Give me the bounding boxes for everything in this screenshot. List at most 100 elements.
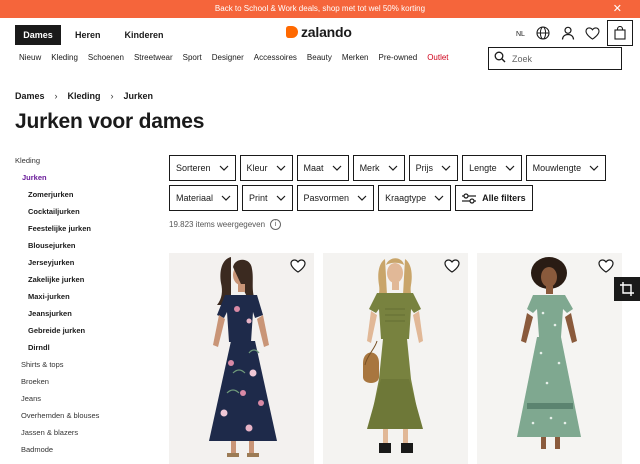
filter-prijs[interactable]: Prijs [408,155,459,181]
all-filters-label: Alle filters [482,193,526,203]
filter-label: Materiaal [176,193,214,203]
sidebar-item-badmode[interactable]: Badmode [15,445,99,462]
result-count-text: 19.823 items weergegeven [169,220,266,229]
promo-text[interactable]: Back to School & Work deals, shop met to… [215,4,425,13]
nav-item-pre-owned[interactable]: Pre-owned [379,53,418,62]
nav-item-schoenen[interactable]: Schoenen [88,53,124,62]
sidebar-item-feestelijke-jurken[interactable]: Feestelijke jurken [15,224,99,241]
chevron-down-icon [434,195,444,201]
filter-merk[interactable]: Merk [352,155,405,181]
filter-materiaal[interactable]: Materiaal [169,185,239,211]
filter-label: Prijs [415,163,434,173]
chevron-down-icon [357,195,367,201]
filter-kraagtype[interactable]: Kraagtype [378,185,452,211]
sidebar-item-zakelijke-jurken[interactable]: Zakelijke jurken [15,275,99,292]
nav-item-kleding[interactable]: Kleding [51,53,78,62]
filter-label: Merk [359,163,380,173]
chevron-down-icon [221,195,231,201]
sidebar-item-zomerjurken[interactable]: Zomerjurken [15,190,99,207]
nav-item-merken[interactable]: Merken [342,53,369,62]
nav-item-outlet[interactable]: Outlet [427,53,448,62]
breadcrumb-dames[interactable]: Dames [15,91,45,101]
filter-label: Mouwlengte [532,163,582,173]
nav-item-designer[interactable]: Designer [212,53,244,62]
gender-tabs: Dames Heren Kinderen [15,25,174,45]
category-sidebar: Kleding Jurken Zomerjurken Cocktailjurke… [15,156,99,462]
product-image [477,253,622,464]
shopping-bag-icon[interactable] [606,20,633,46]
all-filters-button[interactable]: Alle filters [455,185,533,211]
main-nav: Nieuw Kleding Schoenen Streetwear Sport … [19,53,459,62]
nav-item-beauty[interactable]: Beauty [307,53,332,62]
search-input[interactable] [512,53,612,64]
sidebar-item-jassen-blazers[interactable]: Jassen & blazers [15,428,99,445]
sliders-icon [462,192,477,204]
sidebar-item-shirts-tops[interactable]: Shirts & tops [15,360,99,377]
promo-banner[interactable]: Back to School & Work deals, shop met to… [0,0,640,18]
result-count: 19.823 items weergegeven i [169,219,282,230]
breadcrumb-kleding[interactable]: Kleding [68,91,101,101]
sidebar-item-jurken[interactable]: Jurken [15,173,99,190]
filter-lengte[interactable]: Lengte [462,155,522,181]
filter-label: Lengte [469,163,497,173]
sidebar-item-jeans[interactable]: Jeans [15,394,99,411]
chevron-down-icon [219,165,229,171]
wishlist-heart-icon[interactable] [598,259,616,275]
chevron-down-icon [589,165,599,171]
sidebar-item-dirndl[interactable]: Dirndl [15,343,99,360]
crop-tool-icon[interactable] [614,277,640,301]
filter-print[interactable]: Print [242,185,293,211]
user-icon[interactable] [558,22,578,44]
chevron-right-icon: › [54,91,58,101]
nav-item-accessoires[interactable]: Accessoires [254,53,297,62]
page-title: Jurken voor dames [15,110,205,133]
filter-label: Kraagtype [385,193,427,203]
search-icon[interactable] [494,50,506,68]
tab-kinderen[interactable]: Kinderen [115,25,174,45]
product-card[interactable] [169,253,314,464]
filter-label: Sorteren [176,163,211,173]
sidebar-item-jeansjurken[interactable]: Jeansjurken [15,309,99,326]
nav-item-sport[interactable]: Sport [183,53,202,62]
logo-text: zalando [301,24,352,40]
filter-pasvormen[interactable]: Pasvormen [296,185,375,211]
filter-kleur[interactable]: Kleur [239,155,293,181]
logo-mark-icon [286,26,298,38]
language-label[interactable]: NL [516,31,525,38]
heart-icon[interactable] [583,22,603,44]
filter-sorteren[interactable]: Sorteren [169,155,236,181]
wishlist-heart-icon[interactable] [290,259,308,275]
sidebar-item-cocktailjurken[interactable]: Cocktailjurken [15,207,99,224]
chevron-down-icon [441,165,451,171]
sidebar-item-jerseyjurken[interactable]: Jerseyjurken [15,258,99,275]
sidebar-item-overhemden-blouses[interactable]: Overhemden & blouses [15,411,99,428]
search-box[interactable] [488,47,622,70]
sidebar-item-blousejurken[interactable]: Blousejurken [15,241,99,258]
filter-label: Pasvormen [303,193,350,203]
sidebar-item-maxi-jurken[interactable]: Maxi-jurken [15,292,99,309]
chevron-down-icon [276,195,286,201]
globe-icon[interactable] [533,22,553,44]
wishlist-heart-icon[interactable] [444,259,462,275]
filter-mouwlengte[interactable]: Mouwlengte [525,155,607,181]
breadcrumb-jurken[interactable]: Jurken [124,91,154,101]
header-actions: NL [516,20,633,46]
product-card[interactable] [323,253,468,464]
zalando-logo[interactable]: zalando [286,24,352,40]
chevron-down-icon [332,165,342,171]
filter-bar: Sorteren Kleur Maat Merk Prijs Lengte Mo… [169,155,607,215]
tab-heren[interactable]: Heren [65,25,111,45]
nav-item-nieuw[interactable]: Nieuw [19,53,41,62]
close-icon[interactable]: ✕ [613,0,622,18]
chevron-down-icon [505,165,515,171]
filter-maat[interactable]: Maat [296,155,349,181]
info-icon[interactable]: i [270,219,282,230]
sidebar-item-broeken[interactable]: Broeken [15,377,99,394]
product-card[interactable] [477,253,622,464]
chevron-down-icon [276,165,286,171]
filter-label: Print [249,193,268,203]
sidebar-item-gebreide-jurken[interactable]: Gebreide jurken [15,326,99,343]
tab-dames[interactable]: Dames [15,25,61,45]
sidebar-item-kleding[interactable]: Kleding [15,156,99,173]
nav-item-streetwear[interactable]: Streetwear [134,53,173,62]
